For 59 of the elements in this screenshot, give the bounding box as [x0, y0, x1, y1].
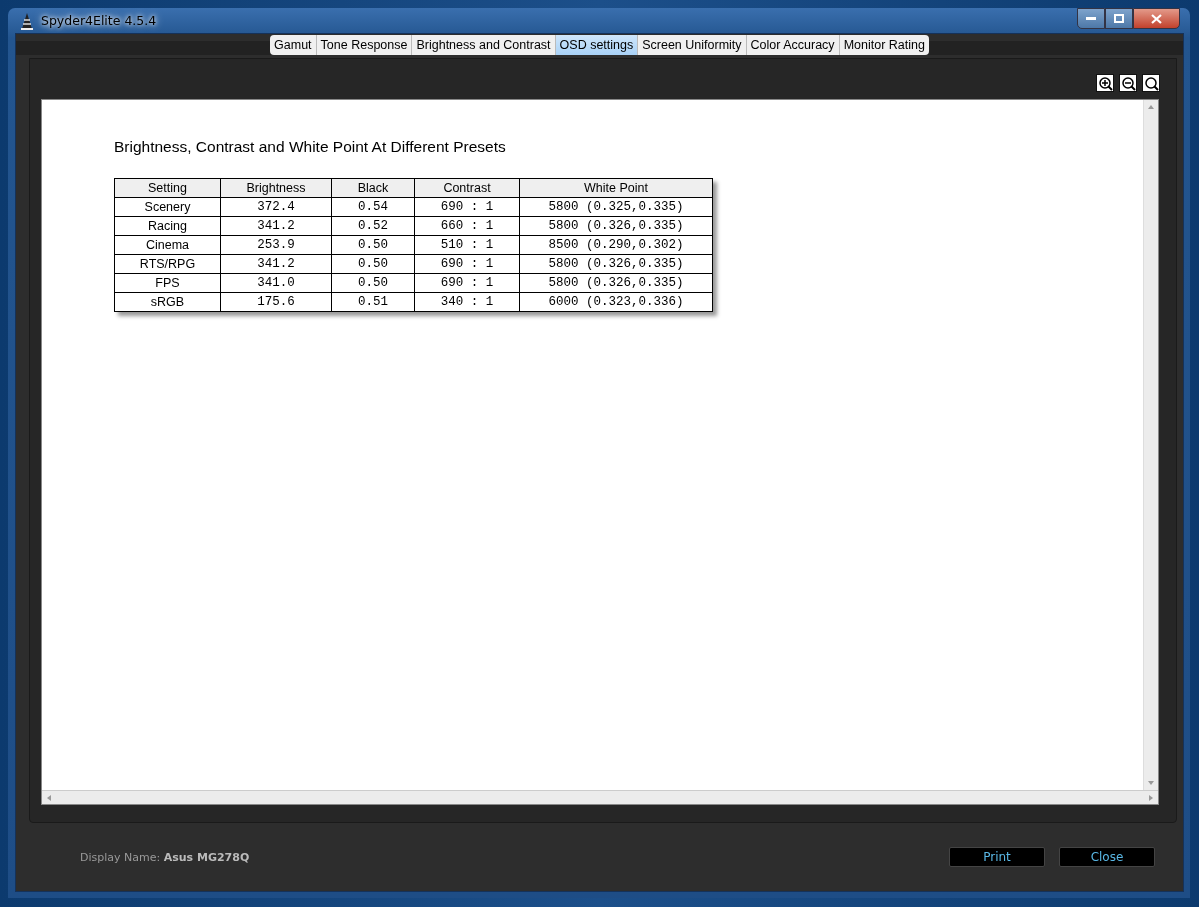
table-cell: 5800 (0.326,0.335): [519, 273, 713, 293]
magnifier-icon: [1143, 75, 1159, 91]
table-cell: 5800 (0.326,0.335): [519, 254, 713, 274]
tab[interactable]: Tone Response: [316, 35, 413, 55]
maximize-icon: [1114, 14, 1124, 23]
table-cell: 0.50: [331, 273, 415, 293]
table-cell: 341.2: [220, 216, 332, 236]
table-cell: sRGB: [114, 292, 221, 312]
close-window-button[interactable]: [1133, 8, 1180, 29]
tab[interactable]: Brightness and Contrast: [412, 35, 556, 55]
maximize-button[interactable]: [1105, 8, 1133, 29]
table-cell: RTS/RPG: [114, 254, 221, 274]
table-cell: 6000 (0.323,0.336): [519, 292, 713, 312]
tab[interactable]: Monitor Rating: [839, 35, 929, 55]
footer-button[interactable]: Close: [1059, 847, 1155, 867]
table-cell: 175.6: [220, 292, 332, 312]
table-cell: 0.51: [331, 292, 415, 312]
footer-button[interactable]: Print: [949, 847, 1045, 867]
column-header: White Point: [519, 178, 713, 198]
table-cell: 372.4: [220, 197, 332, 217]
column-header: Black: [331, 178, 415, 198]
zoom-out-icon: [1120, 75, 1136, 91]
table-cell: Racing: [114, 216, 221, 236]
table-cell: Cinema: [114, 235, 221, 255]
table-cell: 510 : 1: [414, 235, 520, 255]
close-icon: [1151, 13, 1162, 24]
table-cell: 5800 (0.325,0.335): [519, 197, 713, 217]
report-title: Brightness, Contrast and White Point At Different Presets: [114, 138, 507, 156]
table-cell: 0.50: [331, 235, 415, 255]
column-header: Setting: [114, 178, 221, 198]
table-cell: 660 : 1: [414, 216, 520, 236]
tab[interactable]: OSD settings: [555, 35, 639, 55]
zoom-in-icon: [1097, 75, 1113, 91]
table-cell: 340 : 1: [414, 292, 520, 312]
tab[interactable]: Color Accuracy: [746, 35, 840, 55]
table-cell: 690 : 1: [414, 254, 520, 274]
tab[interactable]: Screen Uniformity: [638, 35, 747, 55]
table-cell: 341.2: [220, 254, 332, 274]
table-cell: 0.50: [331, 254, 415, 274]
zoom-in-button[interactable]: [1096, 74, 1114, 92]
table-cell: 0.54: [331, 197, 415, 217]
table-cell: 690 : 1: [414, 197, 520, 217]
zoom-fit-button[interactable]: [1142, 74, 1160, 92]
table-cell: 341.0: [220, 273, 332, 293]
tab[interactable]: Gamut: [270, 35, 317, 55]
display-name: Display Name: Asus MG278Q: [80, 850, 251, 864]
column-header: Contrast: [414, 178, 520, 198]
table-cell: 8500 (0.290,0.302): [519, 235, 713, 255]
table-cell: FPS: [114, 273, 221, 293]
window-title: Spyder4Elite 4.5.4: [41, 13, 157, 28]
table-cell: 0.52: [331, 216, 415, 236]
minimize-icon: [1086, 16, 1096, 21]
zoom-out-button[interactable]: [1119, 74, 1137, 92]
minimize-button[interactable]: [1077, 8, 1105, 29]
table-cell: Scenery: [114, 197, 221, 217]
table-cell: 690 : 1: [414, 273, 520, 293]
table-cell: 253.9: [220, 235, 332, 255]
table-cell: 5800 (0.326,0.335): [519, 216, 713, 236]
column-header: Brightness: [220, 178, 332, 198]
